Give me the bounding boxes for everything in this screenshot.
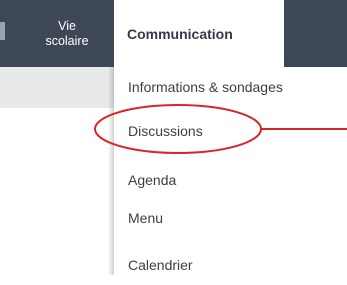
menu-item-discussions[interactable]: Discussions [114, 111, 347, 151]
menu-item-informations-sondages[interactable]: Informations & sondages [114, 67, 347, 107]
nav-vie-scolaire[interactable]: Vie scolaire [20, 0, 114, 67]
sub-navigation-bar [0, 67, 114, 108]
menu-item-label: Agenda [128, 172, 177, 188]
menu-item-calendrier[interactable]: Calendrier [114, 245, 347, 285]
top-navigation-bar: Vie scolaire Communication [0, 0, 347, 67]
menu-item-agenda[interactable]: Agenda [114, 160, 347, 200]
page-content-area [0, 108, 108, 275]
previous-nav-item-edge[interactable] [0, 22, 5, 40]
communication-dropdown-menu: Informations & sondages Discussions Agen… [114, 67, 347, 275]
nav-vie-scolaire-line2: scolaire [45, 33, 89, 48]
menu-item-label: Discussions [128, 123, 203, 139]
nav-vie-scolaire-line1: Vie [58, 18, 76, 33]
menu-item-label: Calendrier [128, 257, 193, 273]
menu-item-label: Informations & sondages [128, 79, 283, 95]
menu-item-menu[interactable]: Menu [114, 198, 347, 238]
menu-item-label: Menu [128, 210, 164, 226]
nav-communication[interactable]: Communication [114, 0, 284, 67]
nav-communication-label: Communication [127, 25, 233, 42]
